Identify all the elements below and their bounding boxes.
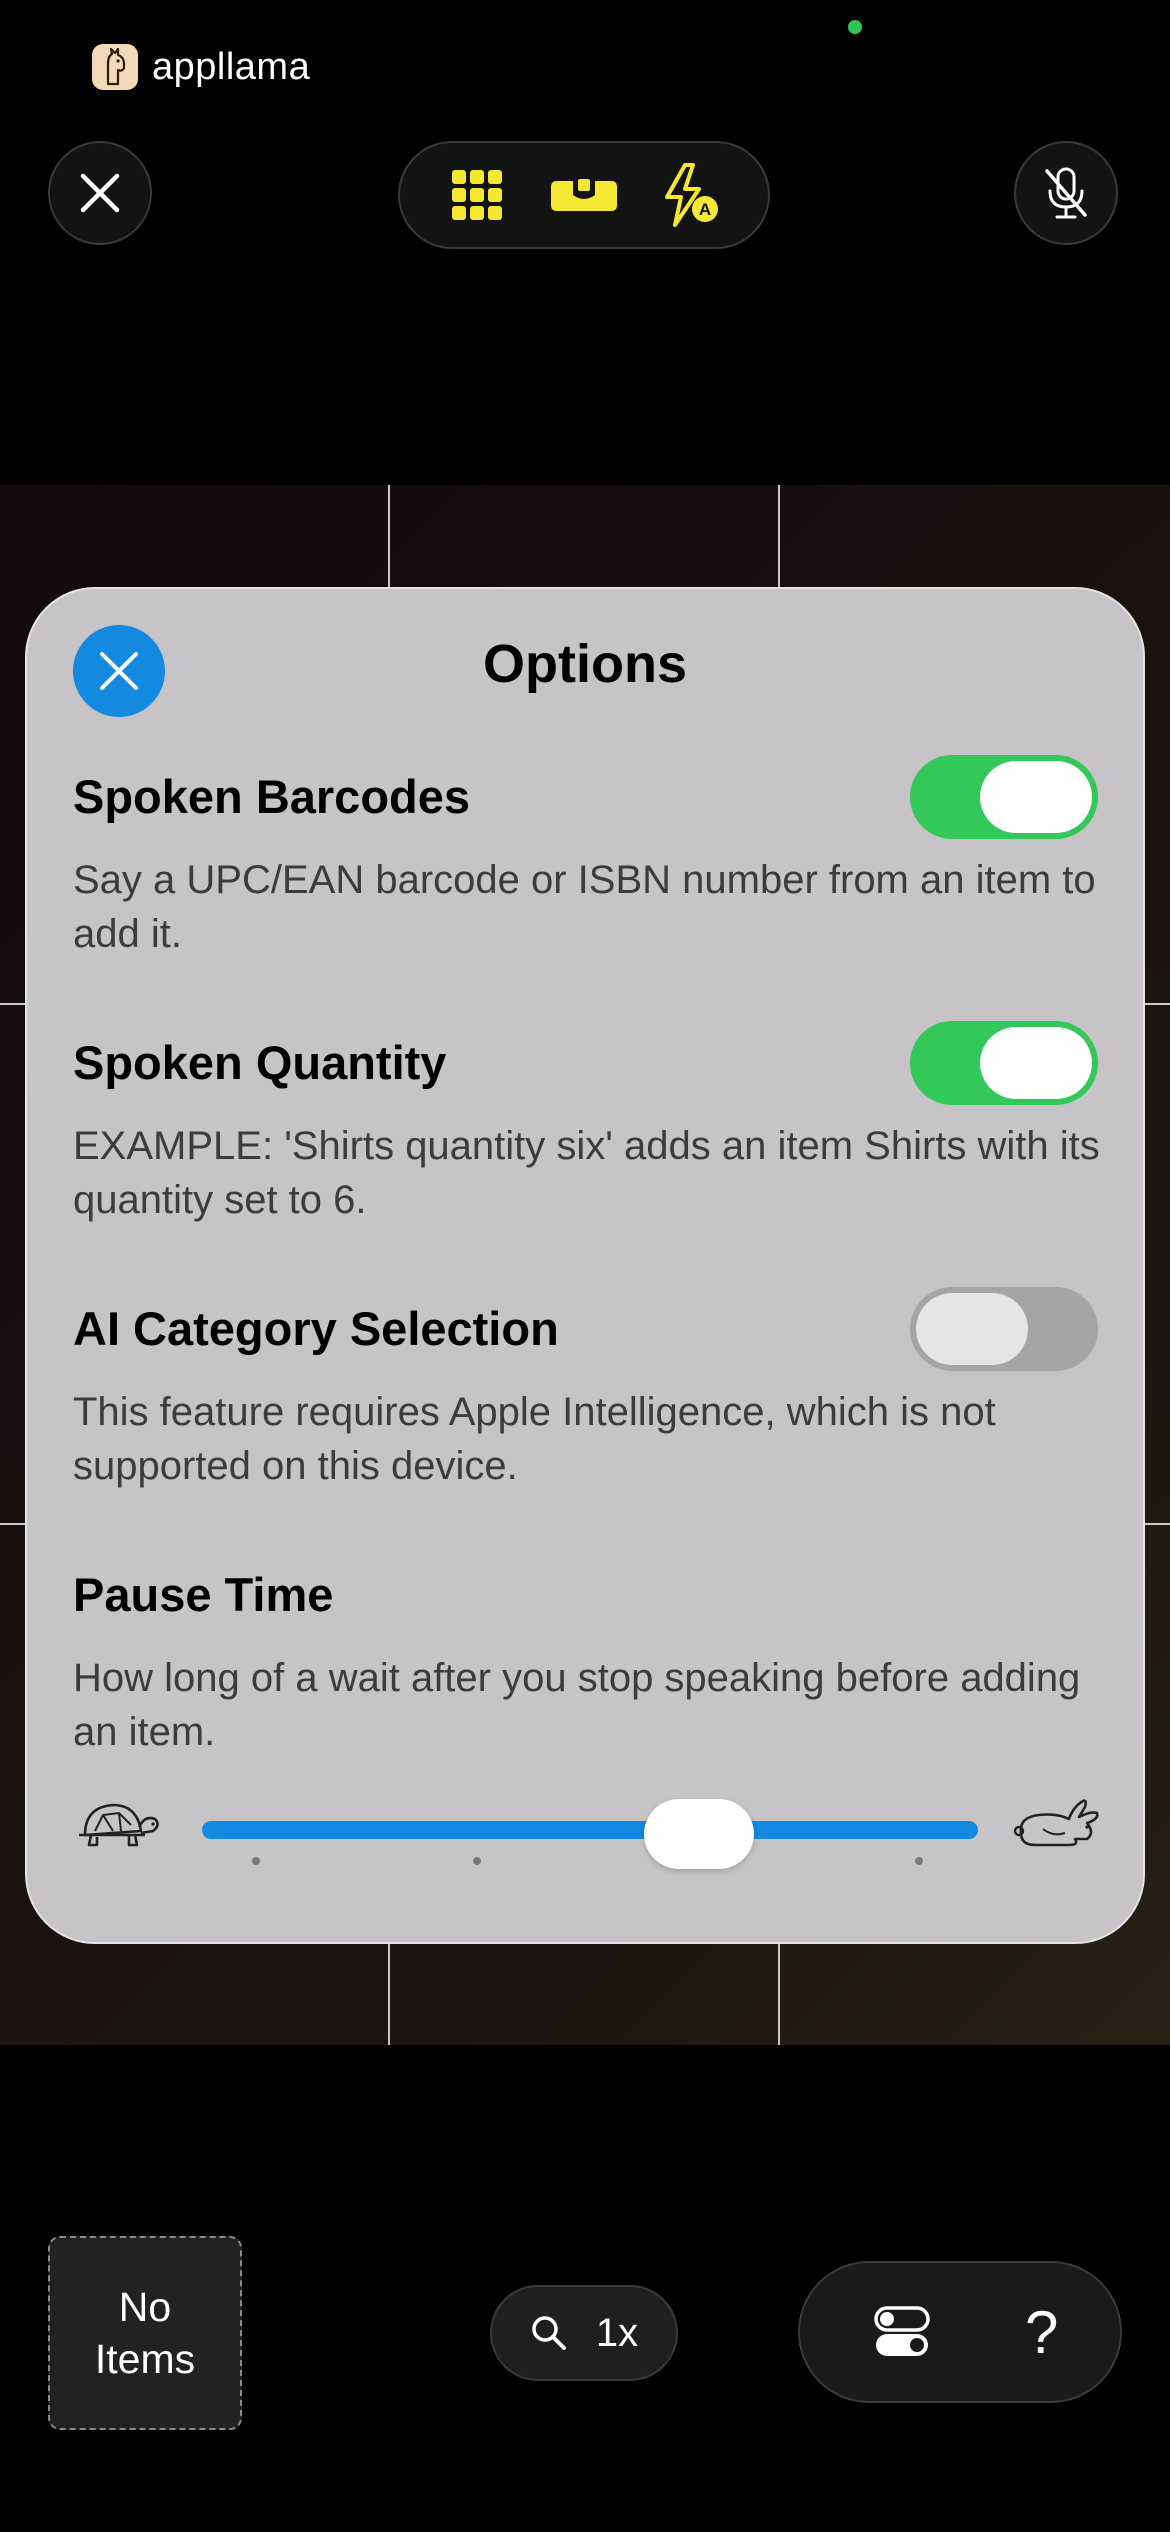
mic-muted-icon: [1045, 167, 1087, 219]
mute-microphone-button[interactable]: [1014, 141, 1118, 245]
slider-tick: [252, 1857, 260, 1865]
brand-name: appllama: [152, 45, 311, 88]
items-label-line2: Items: [94, 2336, 196, 2382]
spoken-barcodes-label: Spoken Barcodes: [73, 770, 471, 823]
flash-auto-icon: A: [664, 163, 718, 227]
close-camera-button[interactable]: [48, 141, 152, 245]
pause-time-slider-thumb[interactable]: [644, 1799, 754, 1869]
ai-category-description: This feature requires Apple Intelligence…: [73, 1390, 996, 1488]
camera-active-indicator: [848, 20, 862, 34]
flash-mode-button[interactable]: A: [653, 157, 729, 233]
spoken-quantity-description: EXAMPLE: 'Shirts quantity six' adds an i…: [73, 1124, 1100, 1222]
ai-category-label: AI Category Selection: [73, 1302, 559, 1355]
bottom-actions: ?: [798, 2261, 1122, 2403]
turtle-icon: [79, 1803, 159, 1847]
slider-tick: [473, 1857, 481, 1865]
spoken-barcodes-toggle[interactable]: [910, 755, 1098, 839]
toggle-knob: [980, 761, 1092, 833]
pause-time-slider-track[interactable]: [202, 1821, 978, 1839]
spoken-barcodes-description: Say a UPC/EAN barcode or ISBN number fro…: [73, 858, 1096, 956]
grid-toggle-button[interactable]: [439, 157, 515, 233]
camera-tools-toolbar: A: [398, 141, 770, 249]
brand: appllama: [92, 44, 310, 90]
toggles-icon: [873, 2306, 930, 2356]
toggle-knob: [980, 1027, 1092, 1099]
rabbit-icon: [1013, 1799, 1099, 1847]
options-title: Options: [483, 634, 687, 694]
scanned-items-button[interactable]: No Items: [48, 2236, 242, 2430]
level-toggle-button[interactable]: [546, 157, 622, 233]
slider-tick: [915, 1857, 923, 1865]
help-button[interactable]: ?: [1025, 2298, 1058, 2367]
items-label-line1: No: [118, 2284, 172, 2330]
toggle-knob: [916, 1293, 1028, 1365]
options-sheet: Options Spoken Barcodes Say a UPC/EAN ba…: [25, 587, 1145, 1944]
pause-time-label: Pause Time: [73, 1568, 334, 1621]
ai-category-toggle[interactable]: [910, 1287, 1098, 1371]
options-button[interactable]: [862, 2292, 942, 2372]
close-icon: [80, 173, 120, 213]
pause-time-description: How long of a wait after you stop speaki…: [73, 1656, 1081, 1754]
level-icon: [550, 179, 617, 211]
zoom-level: 1x: [595, 2310, 639, 2355]
spoken-quantity-label: Spoken Quantity: [73, 1036, 447, 1089]
llama-logo-icon: [92, 44, 138, 90]
svg-text:A: A: [699, 200, 711, 219]
grid-icon: [452, 170, 503, 220]
zoom-button[interactable]: 1x: [490, 2285, 678, 2381]
search-icon: [532, 2316, 566, 2350]
spoken-quantity-toggle[interactable]: [910, 1021, 1098, 1105]
